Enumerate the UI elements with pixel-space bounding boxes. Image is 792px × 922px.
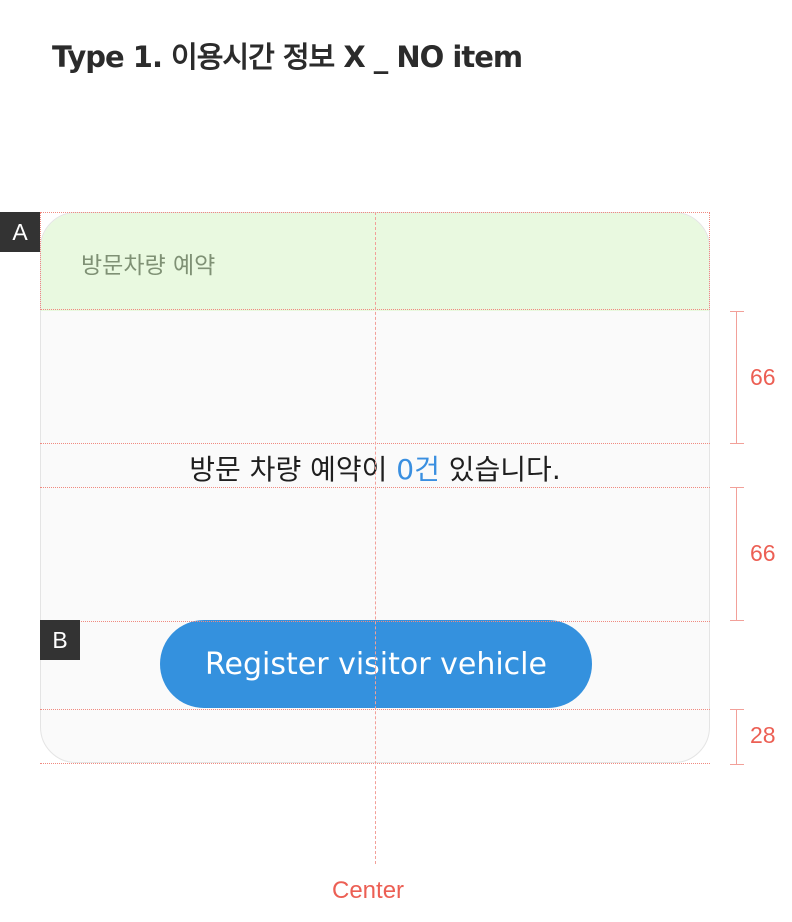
spacing-label: 28 xyxy=(750,722,776,748)
reservation-count: 0건 xyxy=(396,453,440,486)
register-visitor-vehicle-button[interactable]: Register visitor vehicle xyxy=(160,620,592,708)
marker-b: B xyxy=(40,620,80,660)
page-title: Type 1. 이용시간 정보 X _ NO item xyxy=(52,40,523,74)
dimension-indicator xyxy=(730,709,744,765)
spacing-label: 66 xyxy=(750,540,776,566)
center-guide-line xyxy=(375,212,376,864)
center-label: Center xyxy=(332,877,405,904)
marker-a: A xyxy=(0,212,40,252)
dimension-indicator xyxy=(730,487,744,621)
dimension-indicator xyxy=(730,311,744,444)
spacing-label: 66 xyxy=(750,364,776,390)
empty-message-text-before: 방문 차량 예약이 xyxy=(189,453,397,486)
empty-message-text-after: 있습니다. xyxy=(439,453,561,486)
